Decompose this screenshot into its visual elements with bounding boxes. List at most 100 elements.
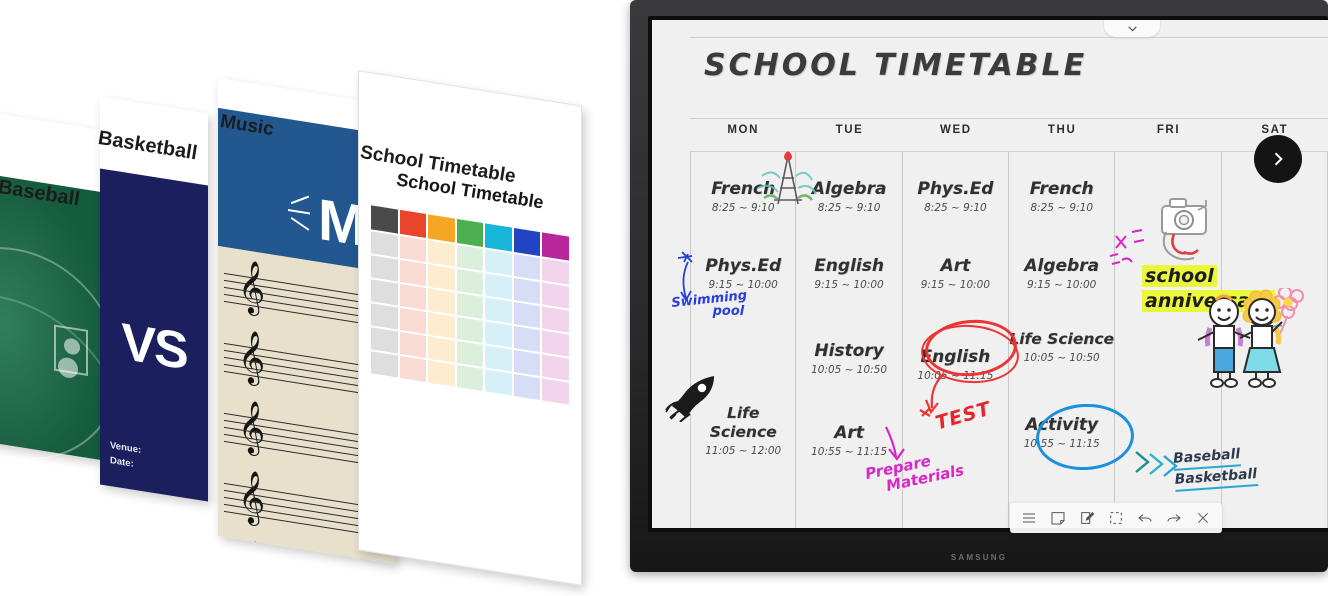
time-label: 8:25 ~ 9:10 [1030, 202, 1094, 214]
slot-tue-3[interactable]: History 10:05 ~ 10:50 [796, 341, 901, 377]
vs-text: VS [121, 312, 187, 382]
export-icon[interactable] [1077, 509, 1096, 528]
grid-cell [399, 259, 427, 287]
grid-cell [456, 244, 484, 272]
template-stack: Baseball VS Venue: Date: Basketball Mu 𝄞… [0, 0, 620, 596]
grid-cell [513, 373, 541, 401]
day-header-fri: FRI [1156, 124, 1181, 136]
header-cell [513, 227, 541, 257]
slot-wed-1[interactable]: Phys.Ed 8:25 ~ 9:10 [903, 179, 1008, 215]
subject-label: History [814, 341, 884, 361]
subject-label: Life Science [1009, 330, 1115, 348]
grid-cell [456, 268, 484, 296]
grid-cell [456, 316, 484, 344]
note-icon[interactable] [1048, 509, 1067, 528]
subject-label: Phys.Ed [917, 179, 994, 199]
grid-cell [485, 345, 512, 372]
card-meta: Venue: Date: [110, 438, 141, 473]
grid-cell [542, 258, 570, 285]
grid-cell [542, 306, 570, 333]
day-header-mon: MON [727, 124, 759, 136]
grid-cell [513, 301, 541, 329]
grid-cell [371, 255, 398, 282]
day-header-row: MON TUE WED THU FRI SAT [690, 124, 1328, 146]
template-grid [371, 205, 570, 406]
slot-tue-2[interactable]: English 9:15 ~ 10:00 [796, 256, 901, 292]
grid-cell [399, 355, 427, 383]
card-body: VS Venue: Date: [100, 168, 208, 502]
slot-thu-1[interactable]: French 8:25 ~ 9:10 [1009, 179, 1114, 215]
grid-cell [371, 351, 398, 378]
template-card-baseball[interactable] [0, 106, 130, 587]
slot-wed-2[interactable]: Art 9:15 ~ 10:00 [903, 256, 1008, 292]
time-label: 10:05 ~ 10:50 [811, 364, 888, 376]
time-label: 8:25 ~ 9:10 [817, 202, 881, 214]
time-label: 10:55 ~ 11:15 [811, 446, 888, 458]
grid-cell [399, 283, 427, 311]
slot-thu-3[interactable]: Life Science 10:05 ~ 10:50 [1009, 330, 1114, 364]
slot-mon-3[interactable]: Life Science 11:05 ~ 12:00 [691, 404, 795, 457]
slot-tue-4[interactable]: Art 10:55 ~ 11:15 [796, 423, 901, 459]
grid-cell [399, 307, 427, 335]
column-mon[interactable]: French 8:25 ~ 9:10 Phys.Ed 9:15 ~ 10:00 … [690, 152, 797, 528]
grid-cell [485, 369, 512, 396]
grid-cell [399, 235, 427, 263]
select-icon[interactable] [1106, 509, 1125, 528]
grid-cell [428, 240, 455, 267]
subject-label: French [711, 179, 776, 199]
grid-cell [428, 288, 455, 315]
grid-cell [428, 336, 455, 363]
subject-label: Art [834, 423, 864, 443]
next-button[interactable] [1254, 135, 1302, 183]
slot-thu-2[interactable]: Algebra 9:15 ~ 10:00 [1009, 257, 1114, 292]
time-label: 9:15 ~ 10:00 [1027, 279, 1097, 291]
grid-cell [513, 349, 541, 377]
screenshot-root: Baseball VS Venue: Date: Basketball Mu 𝄞… [0, 0, 1328, 596]
subject-label: English [814, 256, 884, 276]
grid-cell [542, 330, 570, 357]
grid-cell [485, 321, 512, 348]
close-icon[interactable] [1194, 509, 1213, 528]
anniv-line-1: school [1142, 265, 1217, 287]
time-label: 8:25 ~ 9:10 [924, 202, 987, 214]
whiteboard-toolbar[interactable] [1010, 503, 1222, 533]
day-header-thu: THU [1047, 124, 1077, 136]
subject-label: Life Science [709, 404, 777, 441]
grid-cell [399, 331, 427, 359]
grid-cell [485, 249, 512, 276]
time-label: 9:15 ~ 10:00 [814, 279, 884, 291]
time-label: 8:25 ~ 9:10 [711, 202, 775, 214]
time-label: 9:15 ~ 10:00 [920, 279, 991, 291]
slot-mon-1[interactable]: French 8:25 ~ 9:10 [691, 179, 795, 215]
brand-logo: SAMSUNG [950, 553, 1008, 562]
grid-cell [542, 378, 570, 405]
header-cell [542, 232, 570, 261]
undo-icon[interactable] [1136, 509, 1155, 528]
header-cell [485, 223, 512, 252]
header-cell [456, 218, 484, 248]
card-body [0, 168, 130, 587]
slot-mon-2[interactable]: Phys.Ed 9:15 ~ 10:00 [691, 256, 795, 292]
grid-cell [428, 312, 455, 339]
anniv-line-2: anniversary [1142, 290, 1275, 312]
time-label: 11:05 ~ 12:00 [705, 445, 782, 457]
redo-icon[interactable] [1165, 509, 1184, 528]
subject-label: Algebra [811, 179, 887, 199]
column-thu[interactable]: French 8:25 ~ 9:10 Algebra 9:15 ~ 10:00 … [1009, 152, 1116, 528]
subject-label: Phys.Ed [705, 256, 782, 276]
player-photo-placeholder [54, 324, 88, 376]
menu-icon[interactable] [1019, 509, 1038, 528]
grid-cell [456, 292, 484, 320]
slot-tue-1[interactable]: Algebra 8:25 ~ 9:10 [796, 179, 901, 215]
grid-cell [371, 327, 398, 354]
subject-label: French [1029, 179, 1094, 199]
grid-cell [371, 303, 398, 330]
day-header-wed: WED [940, 124, 972, 136]
sports-note: Baseball Basketball [1172, 444, 1258, 492]
grid-cell [485, 297, 512, 324]
subject-label: Art [940, 256, 971, 276]
time-label: 10:05 ~ 10:50 [1023, 352, 1100, 364]
header-cell [371, 205, 398, 234]
grid-cell [428, 264, 455, 291]
grid-cell [513, 253, 541, 281]
